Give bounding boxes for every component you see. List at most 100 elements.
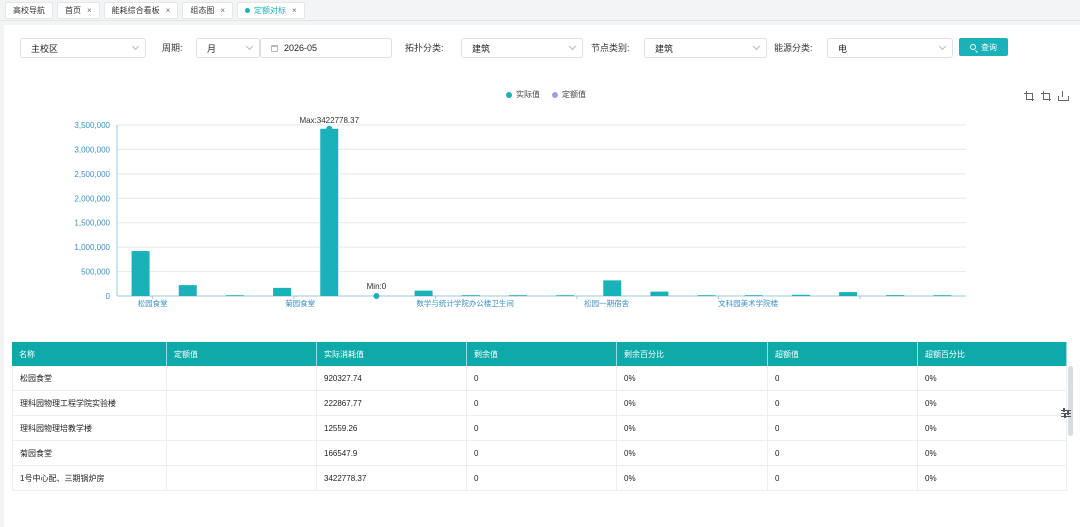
column-header[interactable]: 定额值: [167, 342, 317, 366]
min-label: Min:0: [367, 282, 387, 291]
table-cell: [167, 366, 317, 390]
node-category-select-value: 建筑: [655, 43, 674, 54]
table-row[interactable]: 菊园食堂 166547.9 0 0% 0 0%: [12, 441, 1067, 466]
x-tick-label: 数学与统计学院办公楼卫生间: [416, 298, 514, 308]
column-header[interactable]: 剩余值: [467, 342, 617, 366]
chevron-down-icon: [245, 42, 254, 51]
table-row[interactable]: 理科园物理工程学院实验楼 222867.77 0 0% 0 0%: [12, 391, 1067, 416]
column-header[interactable]: 实际消耗值: [317, 342, 467, 366]
table-cell: 0%: [617, 441, 768, 465]
column-header[interactable]: 超额值: [768, 342, 918, 366]
topology-label: 拓扑分类:: [405, 43, 444, 53]
period-select[interactable]: 月: [196, 38, 260, 58]
tab-bar: 高校导航 首页 × 能耗综合看板 × 组态图 × 定额对标 ×: [0, 0, 1080, 21]
table-cell: 0: [467, 366, 617, 390]
table-cell: 12559.26: [317, 416, 467, 440]
energy-category-select-value: 电: [838, 43, 848, 54]
chart-bar: [508, 295, 527, 296]
chevron-down-icon: [568, 42, 577, 51]
column-settings-icon[interactable]: [1061, 408, 1071, 418]
y-tick-label: 3,500,000: [74, 121, 110, 130]
table-body: 松园食堂 920327.74 0 0% 0 0% 理科园物理工程学院实验楼 222867.77…: [12, 366, 1067, 491]
table-cell: 0: [768, 441, 918, 465]
table-cell: 0%: [918, 366, 1067, 390]
table-cell: 0: [768, 366, 918, 390]
chart-bar: [461, 295, 480, 296]
chart-bar: [320, 128, 339, 296]
table-scrollbar[interactable]: [1068, 366, 1073, 436]
chart-bar: [225, 295, 244, 296]
tab-2[interactable]: 能耗综合看板 ×: [103, 1, 179, 19]
table-cell: 0: [768, 466, 918, 490]
close-icon[interactable]: ×: [166, 6, 171, 15]
max-label: Max:3422778.37: [299, 116, 359, 125]
x-tick-label: 菊园食堂: [285, 298, 315, 308]
tab-label: 高校导航: [13, 5, 45, 15]
column-header[interactable]: 超额百分比: [918, 342, 1067, 366]
node-category-select[interactable]: 建筑: [644, 38, 767, 58]
table-cell: [167, 391, 317, 415]
chevron-down-icon: [938, 42, 947, 51]
tab-label: 能耗综合看板: [111, 5, 160, 15]
chart-bar: [414, 290, 433, 296]
table-cell: [167, 416, 317, 440]
date-picker[interactable]: 2026-05: [260, 38, 392, 58]
y-tick-label: 1,500,000: [74, 219, 110, 228]
main-panel: 主校区 周期: 月 2026-05 拓扑分类: 建筑 节点类别: 建筑 能源分类…: [4, 25, 1080, 527]
y-tick-label: 500,000: [81, 268, 110, 277]
calendar-icon: [271, 44, 278, 52]
table-cell: 0: [768, 416, 918, 440]
chart-bar: [650, 291, 669, 296]
node-category-label: 节点类别:: [591, 43, 630, 53]
tab-1[interactable]: 首页 ×: [57, 1, 100, 19]
table-cell: 松园食堂: [12, 366, 167, 390]
table-cell: 3422778.37: [317, 466, 467, 490]
table-cell: 0: [768, 391, 918, 415]
active-dot-icon: [245, 7, 251, 13]
table-cell: 理科园物理培教学楼: [12, 416, 167, 440]
table-row[interactable]: 1号中心配、三期锅炉房 3422778.37 0 0% 0 0%: [12, 466, 1067, 491]
table-row[interactable]: 松园食堂 920327.74 0 0% 0 0%: [12, 366, 1067, 391]
topology-select-value: 建筑: [472, 43, 491, 54]
y-tick-label: 3,000,000: [74, 145, 110, 154]
table-cell: 理科园物理工程学院实验楼: [12, 391, 167, 415]
close-icon[interactable]: ×: [292, 6, 297, 15]
energy-category-label: 能源分类:: [774, 43, 813, 53]
chart-bar: [839, 292, 858, 296]
campus-select-value: 主校区: [31, 43, 59, 54]
query-button-label: 查询: [981, 42, 997, 52]
y-tick-label: 0: [106, 292, 111, 301]
chart-bar: [603, 280, 622, 296]
table-cell: 0%: [617, 416, 768, 440]
close-icon[interactable]: ×: [87, 6, 92, 15]
tab-0[interactable]: 高校导航: [5, 1, 53, 19]
column-header[interactable]: 剩余百分比: [617, 342, 768, 366]
tab-label: 组态图: [190, 5, 215, 15]
table-cell: [167, 466, 317, 490]
x-tick-label: 松园食堂: [138, 298, 168, 308]
table-row[interactable]: 理科园物理培教学楼 12559.26 0 0% 0 0%: [12, 416, 1067, 441]
period-select-value: 月: [207, 43, 217, 54]
y-tick-label: 1,000,000: [74, 243, 110, 252]
topology-select[interactable]: 建筑: [461, 38, 583, 58]
chart-bar: [131, 251, 150, 296]
table-cell: 0%: [918, 391, 1067, 415]
chevron-down-icon: [131, 42, 140, 51]
query-button[interactable]: 查询: [959, 38, 1008, 56]
chart-bar: [886, 295, 905, 296]
tab-label: 首页: [65, 5, 81, 15]
table-cell: 166547.9: [317, 441, 467, 465]
table-cell: 0%: [617, 366, 768, 390]
campus-select[interactable]: 主校区: [20, 38, 146, 58]
energy-category-select[interactable]: 电: [827, 38, 953, 58]
table-cell: 920327.74: [317, 366, 467, 390]
y-tick-label: 2,000,000: [74, 194, 110, 203]
column-header[interactable]: 名称: [12, 342, 167, 366]
tab-3[interactable]: 组态图 ×: [182, 1, 234, 19]
close-icon[interactable]: ×: [220, 6, 225, 15]
tab-4[interactable]: 定额对标 ×: [237, 1, 305, 19]
chevron-down-icon: [752, 42, 761, 51]
chart-bar: [178, 285, 197, 296]
chart-canvas: 0 500,000 1,000,000 1,500,000 2,000,000 2,500…: [74, 116, 966, 308]
x-tick-label: 文科园美术学院楼: [718, 298, 778, 308]
